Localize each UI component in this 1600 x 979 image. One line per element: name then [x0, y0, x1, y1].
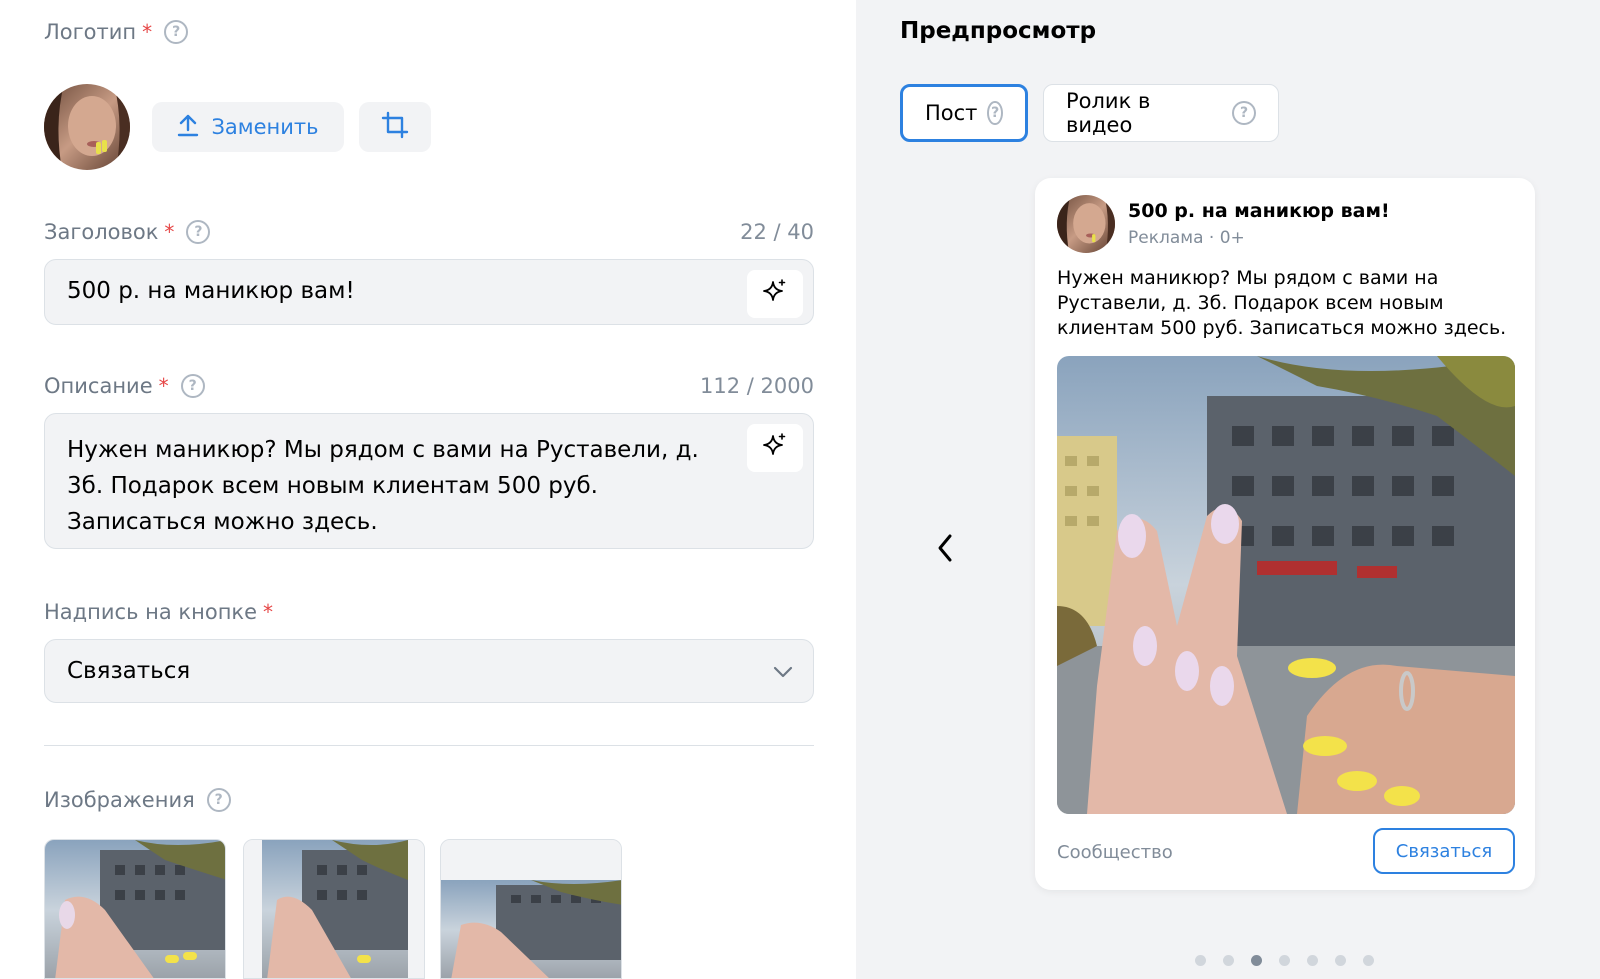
carousel-dot-active[interactable] [1251, 955, 1262, 966]
contact-button[interactable]: Связаться [1373, 828, 1515, 874]
required-mark: * [263, 600, 274, 624]
card-title: 500 р. на маникюр вам! [1128, 200, 1390, 222]
card-subtitle: Реклама · 0+ [1128, 228, 1245, 248]
image-thumbnail[interactable] [440, 839, 622, 979]
chevron-left-icon [935, 532, 955, 568]
card-text: Нужен маникюр? Мы рядом с вами на Рустав… [1057, 267, 1507, 339]
required-mark: * [158, 374, 169, 398]
tab-video[interactable]: Ролик в видео ? [1043, 84, 1279, 142]
carousel-dot[interactable] [1363, 955, 1374, 966]
upload-icon [177, 113, 199, 142]
carousel-dot[interactable] [1195, 955, 1206, 966]
button-caption-label: Надпись на кнопке * [44, 600, 274, 624]
headline-counter: 22 / 40 [740, 220, 814, 244]
replace-logo-button[interactable]: Заменить [152, 102, 344, 152]
card-image [1057, 356, 1515, 814]
carousel-dot[interactable] [1335, 955, 1346, 966]
help-icon[interactable]: ? [206, 788, 231, 812]
sparkle-icon [762, 432, 788, 464]
required-mark: * [142, 20, 153, 44]
card-community: Сообщество [1057, 842, 1173, 863]
carousel-dot[interactable] [1223, 955, 1234, 966]
section-divider [44, 745, 814, 746]
image-thumbnail[interactable] [243, 839, 425, 979]
help-icon[interactable]: ? [164, 20, 189, 44]
headline-value: 500 р. на маникюр вам! [67, 278, 355, 304]
sparkle-icon [762, 278, 788, 310]
description-counter: 112 / 2000 [700, 374, 814, 398]
help-icon[interactable]: ? [1232, 101, 1256, 125]
required-mark: * [164, 220, 175, 244]
button-caption-value: Связаться [67, 658, 191, 684]
replace-label: Заменить [211, 115, 319, 139]
card-avatar [1057, 195, 1115, 253]
help-icon[interactable]: ? [987, 101, 1003, 125]
editor-panel: Логотип * ? Заменить Заголовок * ? 22 / … [0, 0, 856, 979]
image-thumbnail[interactable] [44, 839, 226, 979]
button-caption-select[interactable]: Связаться [44, 639, 814, 703]
crop-icon [381, 111, 409, 143]
logo-label: Логотип * ? [44, 20, 189, 44]
carousel-dot[interactable] [1279, 955, 1290, 966]
carousel-dots [1195, 955, 1374, 966]
tab-post[interactable]: Пост ? [900, 84, 1028, 142]
description-value: Нужен маникюр? Мы рядом с вами на Рустав… [67, 437, 699, 535]
headline-input[interactable]: 500 р. на маникюр вам! [44, 259, 814, 325]
previous-slide-button[interactable] [930, 530, 960, 570]
images-label: Изображения ? [44, 788, 231, 812]
logo-avatar [44, 84, 130, 170]
carousel-dot[interactable] [1307, 955, 1318, 966]
ai-generate-button[interactable] [747, 270, 803, 318]
description-textarea[interactable]: Нужен маникюр? Мы рядом с вами на Рустав… [44, 413, 814, 549]
ai-generate-button[interactable] [747, 424, 803, 472]
help-icon[interactable]: ? [186, 220, 211, 244]
headline-label: Заголовок * ? [44, 220, 211, 244]
crop-button[interactable] [359, 102, 431, 152]
preview-title: Предпросмотр [900, 18, 1097, 44]
description-label: Описание * ? [44, 374, 205, 398]
chevron-down-icon [771, 660, 795, 690]
ad-preview-card: 500 р. на маникюр вам! Реклама · 0+ Нуже… [1035, 178, 1535, 890]
help-icon[interactable]: ? [180, 374, 205, 398]
